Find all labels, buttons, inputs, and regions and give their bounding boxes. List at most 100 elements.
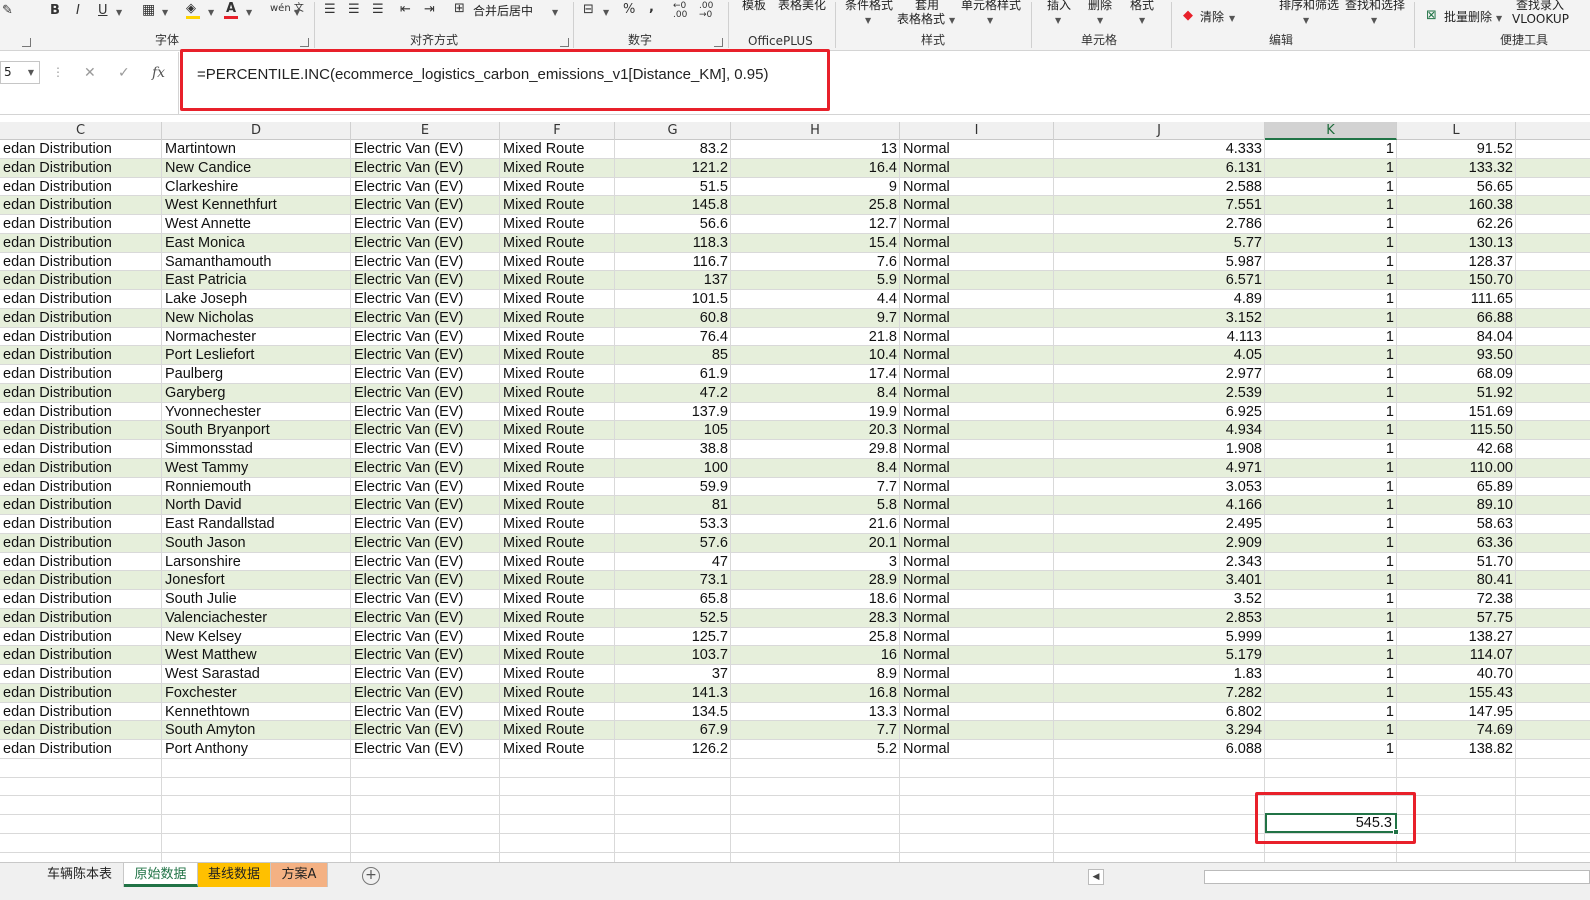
cell-e[interactable]: Electric Van (EV) [351, 440, 500, 459]
cell-j[interactable]: 3.52 [1054, 590, 1265, 609]
underline-button[interactable]: U [98, 4, 108, 18]
cell-i[interactable]: Normal [900, 646, 1054, 665]
vlookup-button[interactable]: VLOOKUP [1512, 12, 1569, 26]
cell-i[interactable]: Normal [900, 402, 1054, 422]
sort-filter-button[interactable]: 排序和筛选 [1279, 0, 1339, 12]
font-color-icon[interactable]: A [224, 2, 238, 19]
cell-h[interactable]: 5.2 [731, 740, 900, 759]
cell-f[interactable]: Mixed Route [500, 177, 615, 197]
cell-d[interactable]: South Bryanport [162, 421, 351, 440]
merge-center-icon[interactable]: ⊞ [454, 2, 465, 16]
cell-f[interactable]: Mixed Route [500, 515, 615, 534]
scroll-left-icon[interactable]: ◀ [1088, 869, 1104, 885]
sheet-tab[interactable]: 基线数据 [198, 863, 271, 887]
cell-g[interactable]: 121.2 [615, 158, 731, 178]
cell-j[interactable]: 3.152 [1054, 308, 1265, 328]
cell-g[interactable]: 59.9 [615, 477, 731, 497]
cell-k[interactable]: 1 [1265, 346, 1397, 365]
cell-e[interactable]: Electric Van (EV) [351, 233, 500, 253]
cell-h[interactable]: 29.8 [731, 440, 900, 459]
cell-c[interactable]: edan Distribution [0, 496, 162, 515]
cell-l[interactable]: 58.63 [1397, 515, 1516, 534]
cell-c[interactable]: edan Distribution [0, 290, 162, 309]
cell-h[interactable]: 5.8 [731, 496, 900, 515]
cell-i[interactable]: Normal [900, 627, 1054, 647]
cell-i[interactable]: Normal [900, 196, 1054, 215]
cell-h[interactable]: 5.9 [731, 271, 900, 290]
cell-h[interactable]: 28.9 [731, 571, 900, 590]
cell-d[interactable]: West Sarastad [162, 665, 351, 684]
chevron-down-icon[interactable]: ▼ [1139, 14, 1145, 28]
cell-g[interactable]: 101.5 [615, 290, 731, 309]
column-header-g[interactable]: G [615, 122, 731, 140]
cell-c[interactable]: edan Distribution [0, 177, 162, 197]
cell-f[interactable]: Mixed Route [500, 627, 615, 647]
cell-e[interactable]: Electric Van (EV) [351, 496, 500, 515]
cell-c[interactable]: edan Distribution [0, 308, 162, 328]
cell-f[interactable]: Mixed Route [500, 233, 615, 253]
format-button[interactable]: 格式 [1130, 0, 1154, 12]
cell-g[interactable]: 57.6 [615, 533, 731, 553]
cell-h[interactable]: 4.4 [731, 290, 900, 309]
cell-k[interactable]: 1 [1265, 721, 1397, 740]
cell-j[interactable]: 1.83 [1054, 665, 1265, 684]
cell-i[interactable]: Normal [900, 496, 1054, 515]
column-header-j[interactable]: J [1054, 122, 1265, 140]
cell-d[interactable]: Lake Joseph [162, 290, 351, 309]
cell-g[interactable]: 118.3 [615, 233, 731, 253]
fill-handle[interactable] [1393, 829, 1399, 835]
batch-delete-icon[interactable]: ⊠ [1426, 9, 1437, 23]
cell-k[interactable]: 1 [1265, 140, 1397, 159]
italic-button[interactable]: I [76, 4, 80, 18]
cell-e[interactable]: Electric Van (EV) [351, 421, 500, 440]
cell-d[interactable]: Port Lesliefort [162, 346, 351, 365]
chevron-down-icon[interactable]: ▼ [603, 6, 609, 20]
format-painter-icon[interactable]: ✎ [2, 4, 13, 18]
cell-g[interactable]: 134.5 [615, 702, 731, 722]
cell-d[interactable]: Garyberg [162, 383, 351, 403]
cell-h[interactable]: 16.4 [731, 158, 900, 178]
cell-k[interactable]: 1 [1265, 421, 1397, 440]
cell-g[interactable]: 47.2 [615, 383, 731, 403]
cell-h[interactable]: 13 [731, 140, 900, 159]
cell-c[interactable]: edan Distribution [0, 252, 162, 272]
cell-g[interactable]: 47 [615, 552, 731, 572]
cell-k[interactable]: 1 [1265, 365, 1397, 384]
cell-e[interactable]: Electric Van (EV) [351, 721, 500, 740]
cell-e[interactable]: Electric Van (EV) [351, 308, 500, 328]
cell-l[interactable]: 155.43 [1397, 683, 1516, 703]
cell-f[interactable]: Mixed Route [500, 552, 615, 572]
cell-k[interactable]: 1 [1265, 740, 1397, 759]
cell-h[interactable]: 21.6 [731, 515, 900, 534]
cell-i[interactable]: Normal [900, 740, 1054, 759]
cell-k[interactable]: 1 [1265, 177, 1397, 197]
cell-e[interactable]: Electric Van (EV) [351, 590, 500, 609]
cell-g[interactable]: 126.2 [615, 740, 731, 759]
cell-g[interactable]: 125.7 [615, 627, 731, 647]
insert-function-icon[interactable]: fx [152, 65, 165, 81]
cell-g[interactable]: 145.8 [615, 196, 731, 215]
cell-e[interactable]: Electric Van (EV) [351, 646, 500, 665]
cell-j[interactable]: 6.925 [1054, 402, 1265, 422]
cell-j[interactable]: 7.551 [1054, 196, 1265, 215]
cell-d[interactable]: Kennethtown [162, 702, 351, 722]
cell-l[interactable]: 62.26 [1397, 215, 1516, 234]
cell-f[interactable]: Mixed Route [500, 271, 615, 290]
cell-e[interactable]: Electric Van (EV) [351, 608, 500, 628]
cell-g[interactable]: 56.6 [615, 215, 731, 234]
cell-f[interactable]: Mixed Route [500, 327, 615, 347]
cell-c[interactable]: edan Distribution [0, 383, 162, 403]
cell-k[interactable]: 1 [1265, 158, 1397, 178]
cell-d[interactable]: North David [162, 496, 351, 515]
cell-k[interactable]: 1 [1265, 496, 1397, 515]
cell-g[interactable]: 83.2 [615, 140, 731, 159]
cell-l[interactable]: 91.52 [1397, 140, 1516, 159]
find-entry-button[interactable]: 查找录入 [1516, 0, 1564, 12]
cell-l[interactable]: 51.70 [1397, 552, 1516, 572]
chevron-down-icon[interactable]: ▼ [162, 6, 168, 20]
cell-k[interactable]: 1 [1265, 477, 1397, 497]
align-center-icon[interactable]: ☰ [348, 3, 360, 17]
table-beautify-button[interactable]: 表格美化 [778, 0, 826, 12]
chevron-down-icon[interactable]: ▼ [208, 6, 214, 20]
cell-i[interactable]: Normal [900, 365, 1054, 384]
